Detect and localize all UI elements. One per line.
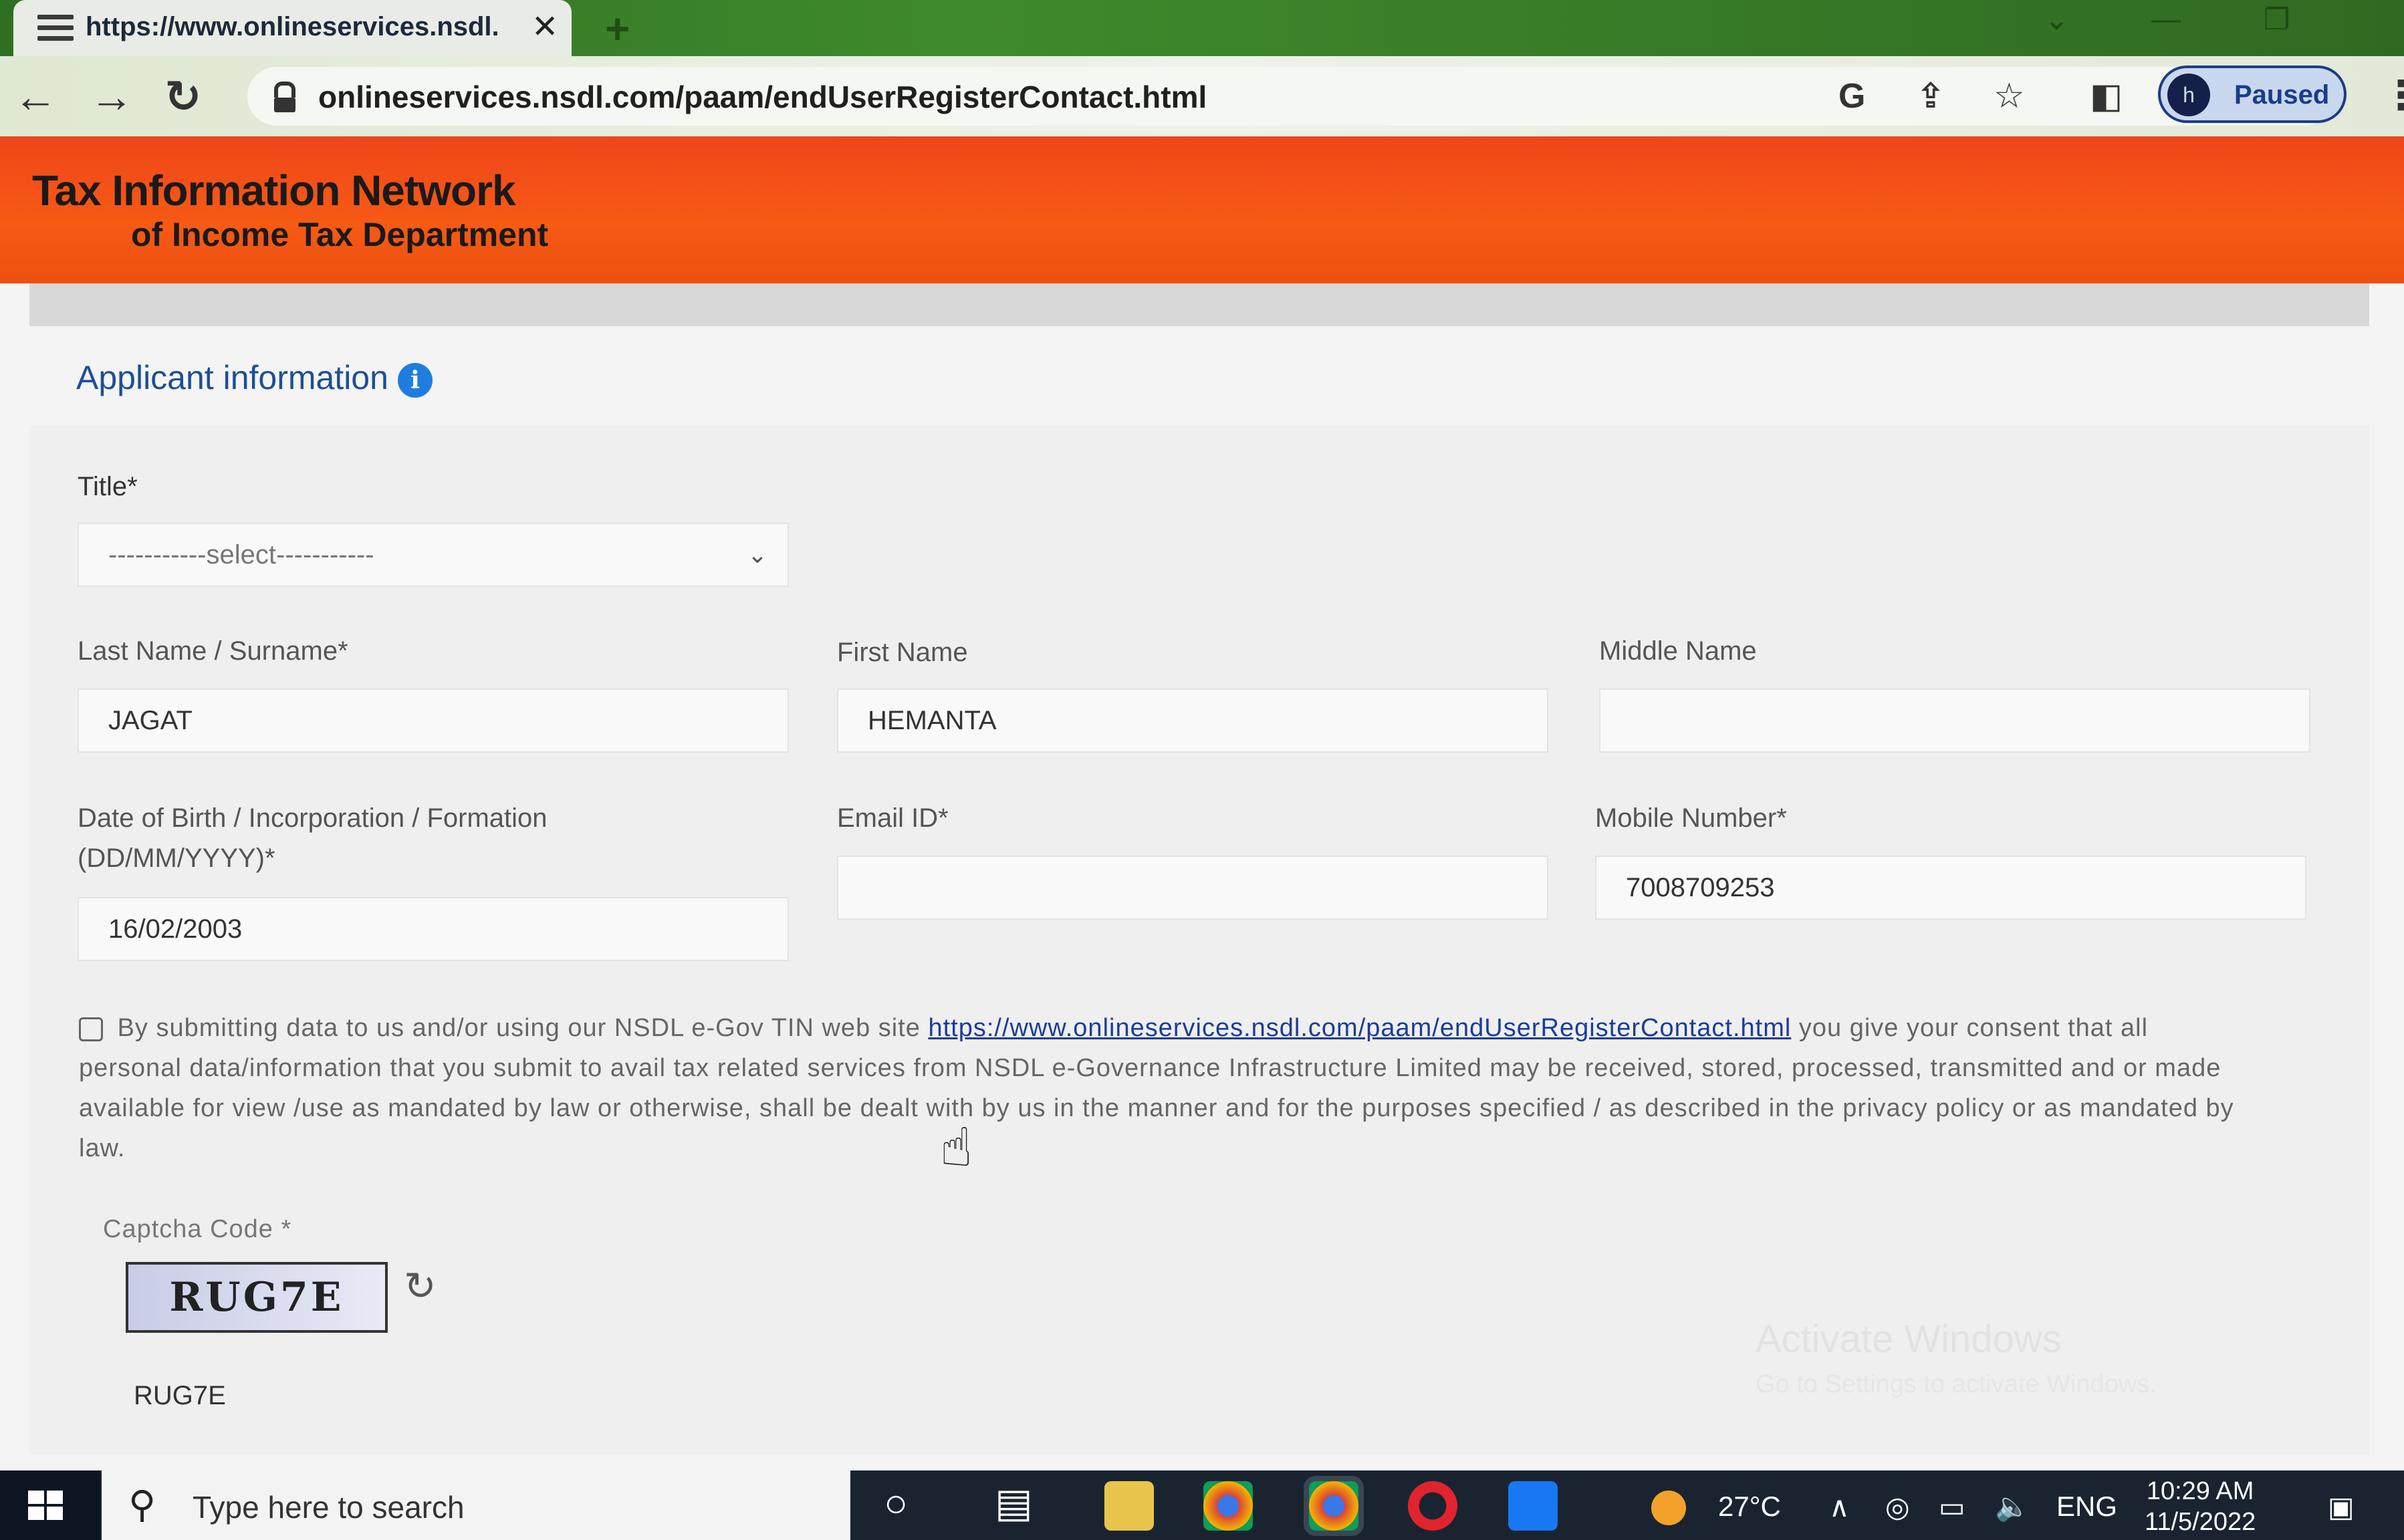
hand-pointer-icon: ☝ (940, 1118, 973, 1177)
site-header: Tax Information Network of Income Tax De… (0, 136, 2404, 283)
file-explorer-icon[interactable] (1104, 1481, 1154, 1531)
opera-icon[interactable] (1408, 1481, 1457, 1531)
clock[interactable]: 10:29 AM 11/5/2022 (2145, 1476, 2256, 1537)
windows-logo-icon (28, 1491, 64, 1521)
title-select-value: -----------select----------- (108, 540, 374, 569)
last-name-label: Last Name / Surname* (78, 636, 348, 666)
clock-date: 11/5/2022 (2145, 1508, 2256, 1536)
email-field[interactable] (837, 856, 1548, 920)
side-panel-icon[interactable]: ◧ (2090, 76, 2123, 116)
header-divider (29, 283, 2369, 326)
tab-search-icon[interactable]: ⌄ (2044, 3, 2069, 37)
title-select[interactable]: -----------select----------- ⌄ (78, 523, 789, 587)
browser-toolbar: ← → ↻ onlineservices.nsdl.com/paam/endUs… (0, 56, 2404, 136)
taskbar-search[interactable]: ⚲ Type here to search (102, 1470, 850, 1540)
browser-tabstrip: https://www.onlineservices.nsdl. ✕ + ⌄ —… (0, 0, 2404, 56)
first-name-field[interactable]: HEMANTA (837, 688, 1548, 753)
last-name-field[interactable]: JAGAT (78, 688, 789, 753)
consent-link[interactable]: https://www.onlineservices.nsdl.com/paam… (928, 1014, 1791, 1042)
notifications-icon[interactable]: ▣ (2328, 1491, 2355, 1523)
back-arrow-icon[interactable]: ← (13, 71, 57, 122)
tray-chevron-icon[interactable]: ∧ (1829, 1491, 1850, 1523)
profile-button[interactable]: h Paused (2158, 66, 2347, 123)
consent-before-link: By submitting data to us and/or using ou… (117, 1014, 921, 1042)
search-icon: ⚲ (128, 1483, 156, 1525)
section-title: Applicant information i (76, 358, 433, 398)
tab-favicon-icon (37, 15, 74, 41)
taskbar: ⚲ Type here to search ○ ▤ 27°C ∧ ◎ ▭ 🔈 E… (0, 1470, 2404, 1540)
middle-name-label: Middle Name (1599, 636, 1757, 666)
dob-field[interactable]: 16/02/2003 (78, 897, 789, 961)
tab-title: https://www.onlineservices.nsdl. (86, 12, 499, 41)
section-title-text: Applicant information (76, 359, 388, 396)
site-title: Tax Information Network (32, 166, 516, 215)
chrome-profile-icon[interactable] (1304, 1476, 1364, 1536)
activate-windows-title: Activate Windows (1756, 1317, 2062, 1361)
captcha-input[interactable]: RUG7E (134, 1381, 226, 1411)
minimize-icon[interactable]: — (2151, 3, 2181, 36)
meet-now-icon[interactable]: ◎ (1885, 1491, 1910, 1523)
lock-icon[interactable] (274, 82, 295, 112)
mobile-label: Mobile Number* (1595, 803, 1787, 833)
task-view-icon[interactable]: ▤ (995, 1480, 1033, 1527)
restore-icon[interactable]: ❐ (2264, 3, 2290, 37)
activate-windows-subtitle: Go to Settings to activate Windows. (1756, 1370, 2157, 1398)
chrome-icon[interactable] (1203, 1481, 1253, 1531)
taskbar-search-placeholder: Type here to search (193, 1490, 465, 1525)
consent-checkbox[interactable] (79, 1017, 103, 1041)
address-url[interactable]: onlineservices.nsdl.com/paam/endUserRegi… (318, 79, 1207, 115)
consent-text: By submitting data to us and/or using ou… (79, 1008, 2258, 1168)
dob-label-line1: Date of Birth / Incorporation / Formatio… (78, 803, 548, 833)
clock-time: 10:29 AM (2146, 1477, 2254, 1505)
profile-status: Paused (2234, 80, 2330, 110)
share-icon[interactable]: ⇪ (1916, 76, 1945, 116)
dob-label-line2: (DD/MM/YYYY)* (78, 844, 275, 873)
network-icon[interactable]: ▭ (1939, 1491, 1965, 1523)
facebook-icon[interactable] (1508, 1481, 1558, 1531)
language-indicator[interactable]: ENG (2056, 1491, 2117, 1523)
site-subtitle: of Income Tax Department (131, 216, 549, 253)
mobile-field[interactable]: 7008709253 (1595, 856, 2306, 920)
captcha-image: RUG7E (126, 1262, 388, 1333)
new-tab-icon[interactable]: + (605, 4, 630, 53)
avatar: h (2167, 74, 2210, 116)
temperature[interactable]: 27°C (1718, 1491, 1781, 1523)
start-button[interactable] (0, 1470, 100, 1540)
cortana-icon[interactable]: ○ (884, 1480, 908, 1526)
chevron-down-icon: ⌄ (747, 541, 767, 568)
middle-name-field[interactable] (1599, 688, 2310, 753)
browser-tab[interactable]: https://www.onlineservices.nsdl. ✕ (13, 0, 572, 56)
info-icon[interactable]: i (397, 362, 433, 398)
google-lens-icon[interactable]: G (1838, 76, 1865, 116)
email-label: Email ID* (837, 803, 949, 833)
tab-close-icon[interactable]: ✕ (531, 8, 558, 45)
weather-icon[interactable] (1651, 1491, 1686, 1525)
title-label: Title* (78, 472, 138, 501)
forward-arrow-icon[interactable]: → (90, 71, 134, 122)
reload-icon[interactable]: ↻ (164, 71, 201, 122)
browser-menu-icon[interactable]: ⋮ (2381, 72, 2404, 119)
address-bar[interactable]: onlineservices.nsdl.com/paam/endUserRegi… (247, 67, 2333, 126)
captcha-label: Captcha Code * (103, 1215, 292, 1243)
first-name-label: First Name (837, 638, 968, 667)
bookmark-star-icon[interactable]: ☆ (1994, 76, 2025, 116)
captcha-refresh-icon[interactable]: ↻ (404, 1263, 437, 1309)
volume-icon[interactable]: 🔈 (1995, 1491, 2030, 1523)
